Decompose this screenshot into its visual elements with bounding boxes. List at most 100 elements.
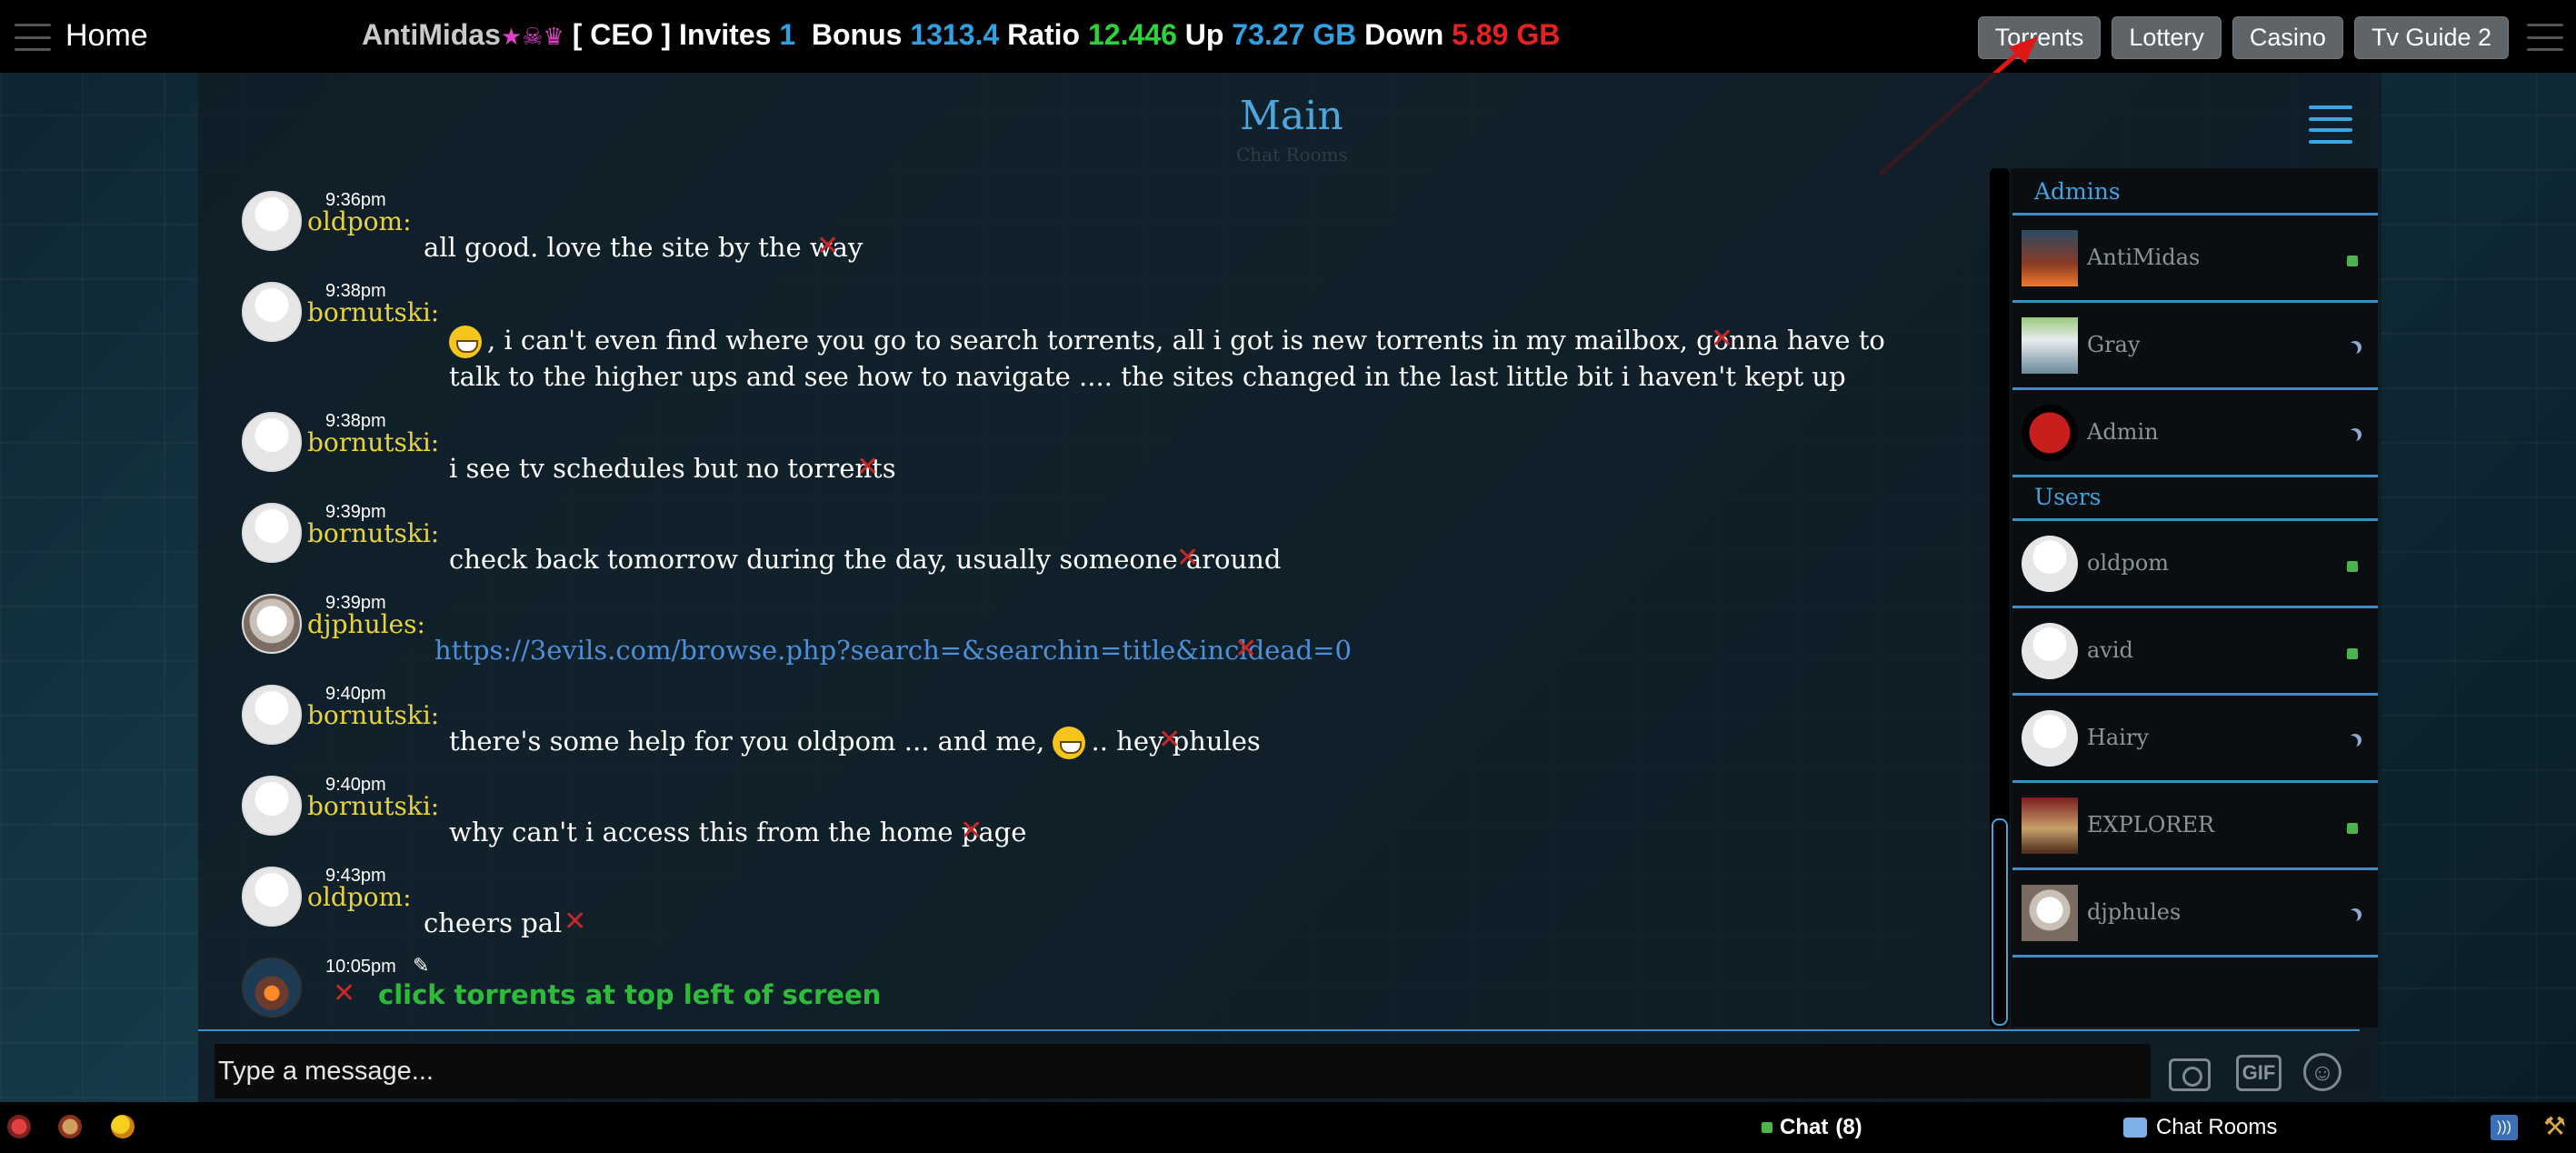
delete-icon[interactable]: ✕ bbox=[1711, 323, 1733, 355]
user-avatar bbox=[2022, 230, 2078, 286]
online-status-icon bbox=[2347, 256, 2358, 266]
delete-icon[interactable]: ✕ bbox=[1158, 724, 1181, 756]
emoji-picker-icon[interactable]: ☺ bbox=[2303, 1053, 2341, 1091]
message-username[interactable]: bornutski: bbox=[307, 427, 439, 457]
message-text-line: talk to the higher ups and see how to na… bbox=[449, 361, 1846, 392]
delete-icon[interactable]: ✕ bbox=[1176, 542, 1199, 574]
message-username[interactable]: bornutski: bbox=[307, 518, 439, 548]
user-stats: AntiMidas★☠♛ [ CEO ] Invites 1 Bonus 131… bbox=[362, 18, 1560, 52]
message-username[interactable]: oldpom: bbox=[307, 882, 412, 912]
user-name: avid bbox=[2087, 637, 2133, 663]
message-input[interactable] bbox=[215, 1044, 2151, 1098]
rss-icon[interactable]: ))) bbox=[2491, 1115, 2518, 1140]
delete-icon[interactable]: ✕ bbox=[856, 451, 879, 483]
user-row[interactable]: djphules bbox=[2012, 870, 2378, 957]
user-name: AntiMidas bbox=[2087, 245, 2201, 270]
bonus-label: Bonus bbox=[811, 18, 903, 51]
menu-icon[interactable] bbox=[15, 24, 51, 51]
invites-label: Invites bbox=[679, 18, 772, 51]
delete-icon[interactable]: ✕ bbox=[960, 815, 983, 847]
user-row[interactable]: oldpom bbox=[2012, 521, 2378, 608]
user-row[interactable]: EXPLORER bbox=[2012, 783, 2378, 870]
users-heading: Users bbox=[2034, 484, 2102, 510]
bonus-value: 1313.4 bbox=[910, 18, 1000, 51]
message-username[interactable]: bornutski: bbox=[307, 700, 439, 730]
edit-icon[interactable]: ✎ bbox=[413, 954, 429, 978]
admin-row[interactable]: Admin bbox=[2012, 390, 2378, 477]
scrollbar-thumb[interactable] bbox=[1992, 818, 2008, 1026]
tv-guide-button[interactable]: Tv Guide 2 bbox=[2353, 16, 2509, 59]
online-dot-icon bbox=[1762, 1122, 1772, 1133]
down-label: Down bbox=[1364, 18, 1444, 51]
gavel-icon[interactable]: ⚒ bbox=[2543, 1111, 2566, 1141]
message-text: why can't i access this from the home pa… bbox=[449, 817, 1027, 847]
user-avatar bbox=[2022, 710, 2078, 767]
avatar[interactable] bbox=[242, 412, 302, 472]
user-name: Gray bbox=[2087, 332, 2141, 357]
message-link[interactable]: https://3evils.com/browse.php?search=&se… bbox=[434, 631, 1352, 669]
user-name: djphules bbox=[2087, 899, 2182, 925]
avatar[interactable] bbox=[242, 685, 302, 745]
lottery-button[interactable]: Lottery bbox=[2112, 16, 2222, 59]
avatar[interactable] bbox=[242, 776, 302, 836]
username[interactable]: AntiMidas bbox=[362, 18, 501, 51]
user-row[interactable]: avid bbox=[2012, 608, 2378, 696]
avatar[interactable] bbox=[242, 957, 302, 1018]
pacman-icon[interactable] bbox=[111, 1115, 135, 1138]
admin-row[interactable]: AntiMidas bbox=[2012, 216, 2378, 303]
ratio-value: 12.446 bbox=[1087, 18, 1177, 51]
game-icon[interactable] bbox=[58, 1115, 82, 1138]
message-text-part: there's some help for you oldpom ... and… bbox=[449, 726, 1045, 757]
avatar[interactable] bbox=[242, 282, 302, 342]
message-username[interactable]: djphules: bbox=[307, 609, 425, 639]
online-status-icon bbox=[2347, 823, 2358, 834]
avatar[interactable] bbox=[242, 867, 302, 927]
camera-icon[interactable] bbox=[2169, 1058, 2211, 1091]
admin-row[interactable]: Gray bbox=[2012, 303, 2378, 390]
message-text: all good. love the site by the way bbox=[424, 232, 864, 263]
message-text: check back tomorrow during the day, usua… bbox=[449, 544, 1282, 575]
message-username[interactable]: oldpom: bbox=[307, 206, 412, 236]
message-text: i see tv schedules but no torrents bbox=[449, 453, 896, 484]
message-time: 10:05pm bbox=[325, 957, 396, 977]
room-list-icon[interactable] bbox=[2309, 105, 2352, 144]
message-username[interactable]: bornutski: bbox=[307, 297, 439, 327]
avatar[interactable] bbox=[242, 594, 302, 654]
chat-label: Chat bbox=[1780, 1115, 1829, 1139]
gif-icon[interactable]: GIF bbox=[2236, 1055, 2281, 1091]
user-name: Hairy bbox=[2087, 725, 2149, 750]
online-status-icon bbox=[2347, 561, 2358, 572]
user-name: EXPLORER bbox=[2087, 812, 2215, 837]
casino-button[interactable]: Casino bbox=[2232, 16, 2343, 59]
menu-right-icon[interactable] bbox=[2527, 24, 2563, 51]
avatar[interactable] bbox=[242, 191, 302, 251]
user-name: oldpom bbox=[2087, 550, 2170, 576]
user-row[interactable]: Hairy bbox=[2012, 696, 2378, 783]
delete-icon[interactable]: ✕ bbox=[333, 978, 355, 1009]
delete-icon[interactable]: ✕ bbox=[816, 230, 839, 262]
away-moon-icon bbox=[2345, 736, 2358, 748]
down-value: 5.89 GB bbox=[1452, 18, 1561, 51]
user-badge-icons: ★☠♛ bbox=[500, 23, 564, 50]
user-avatar bbox=[2022, 536, 2078, 592]
chat-rooms-tab[interactable]: Chat Rooms bbox=[2123, 1115, 2277, 1140]
away-moon-icon bbox=[2345, 910, 2358, 923]
divider bbox=[198, 1029, 2360, 1031]
delete-icon[interactable]: ✕ bbox=[564, 906, 586, 937]
grin-emoji-icon bbox=[1053, 727, 1086, 759]
message-text-line: , i can't even find where you go to sear… bbox=[487, 325, 1885, 356]
message-text: click torrents at top left of screen bbox=[378, 979, 882, 1010]
message-text: there's some help for you oldpom ... and… bbox=[449, 722, 1261, 760]
home-link[interactable]: Home bbox=[65, 18, 148, 54]
ratio-label: Ratio bbox=[1007, 18, 1081, 51]
message-text: , i can't even find where you go to sear… bbox=[449, 321, 1885, 359]
game-icon[interactable] bbox=[7, 1115, 31, 1138]
user-avatar bbox=[2022, 317, 2078, 374]
chat-count: (8) bbox=[1835, 1115, 1862, 1139]
delete-icon[interactable]: ✕ bbox=[1234, 633, 1257, 665]
admins-heading: Admins bbox=[2034, 178, 2121, 205]
avatar[interactable] bbox=[242, 503, 302, 563]
message-username[interactable]: bornutski: bbox=[307, 791, 439, 821]
message-list[interactable]: 9:36pm oldpom: all good. love the site b… bbox=[235, 168, 1980, 1028]
chat-tab[interactable]: Chat (8) bbox=[1762, 1115, 1862, 1140]
